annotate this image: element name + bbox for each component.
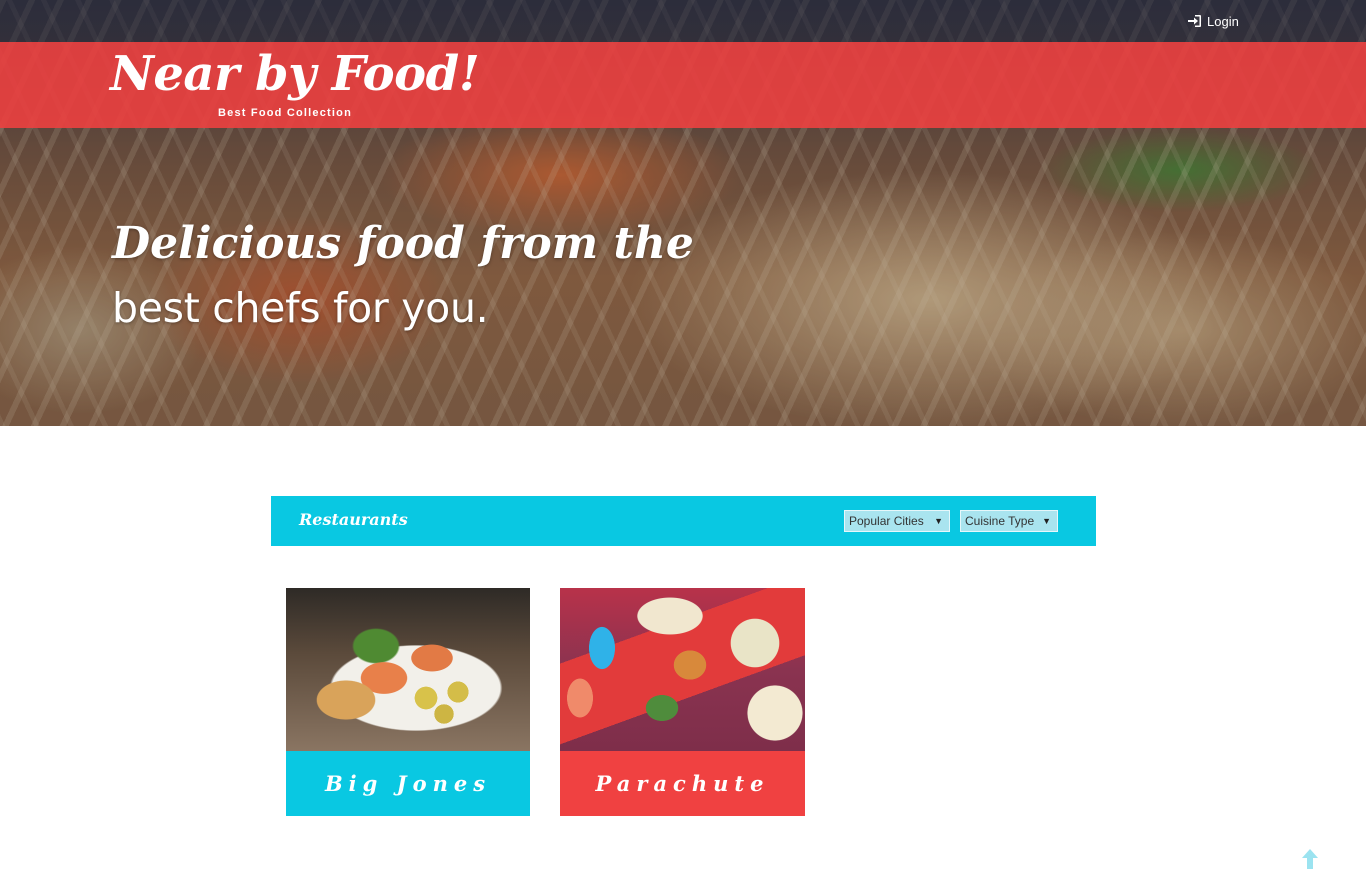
arrow-up-icon bbox=[1300, 849, 1320, 874]
popular-cities-value: Popular Cities bbox=[849, 514, 924, 528]
cuisine-type-select[interactable]: Cuisine Type ▼ bbox=[960, 510, 1058, 532]
restaurant-card[interactable]: Parachute bbox=[560, 588, 805, 816]
restaurant-image[interactable] bbox=[286, 588, 530, 751]
brand-logo-title[interactable]: Near by Food! bbox=[110, 44, 480, 104]
hero-subheadline: best chefs for you. bbox=[112, 284, 489, 332]
login-link[interactable]: Login bbox=[1188, 12, 1239, 30]
brand-bar: Near by Food! Best Food Collection bbox=[0, 42, 1366, 128]
chevron-down-icon: ▼ bbox=[934, 516, 943, 526]
scroll-to-top-button[interactable] bbox=[1300, 848, 1320, 870]
sign-in-icon bbox=[1188, 15, 1201, 27]
hero-banner: Login Near by Food! Best Food Collection… bbox=[0, 0, 1366, 426]
restaurant-card[interactable]: Big Jones bbox=[286, 588, 530, 816]
popular-cities-select[interactable]: Popular Cities ▼ bbox=[844, 510, 950, 532]
section-title: Restaurants bbox=[299, 510, 408, 529]
login-label: Login bbox=[1207, 13, 1239, 29]
cuisine-type-value: Cuisine Type bbox=[965, 514, 1035, 528]
restaurant-name[interactable]: Parachute bbox=[560, 751, 805, 816]
restaurant-name[interactable]: Big Jones bbox=[286, 751, 530, 816]
chevron-down-icon: ▼ bbox=[1042, 516, 1051, 526]
top-bar: Login bbox=[0, 0, 1366, 42]
brand-tagline: Best Food Collection bbox=[218, 107, 352, 119]
restaurants-filter-bar: Restaurants Popular Cities ▼ Cuisine Typ… bbox=[271, 496, 1096, 546]
restaurant-image[interactable] bbox=[560, 588, 805, 751]
hero-headline: Delicious food from the bbox=[112, 218, 694, 269]
